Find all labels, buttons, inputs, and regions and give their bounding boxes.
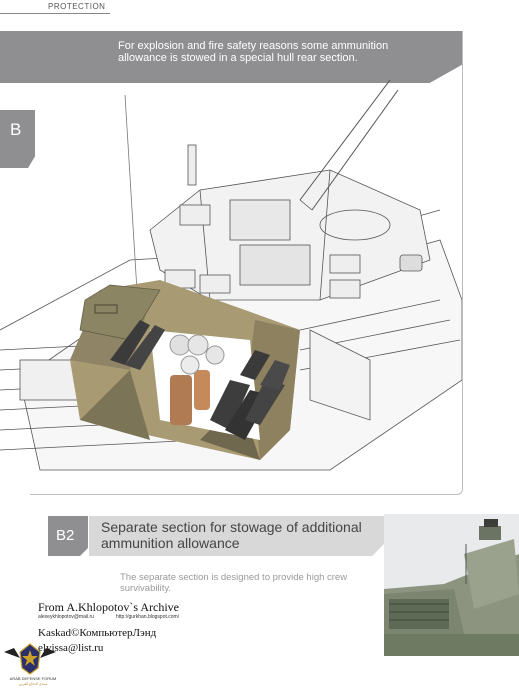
forum-logo-tagline: منتدى الدفاع العربي	[18, 682, 48, 686]
subsection-code-box: B2	[48, 516, 88, 556]
credit-archive-email: alexeykhlopotov@mail.ru	[38, 614, 94, 620]
page-section-label: PROTECTION	[48, 2, 106, 11]
subsection-code: B2	[56, 527, 75, 544]
forum-logo-icon	[4, 643, 56, 675]
subsection-body: The separate section is designed to prov…	[120, 572, 348, 594]
header-rule	[0, 13, 110, 14]
subsection-title: Separate section for stowage of addition…	[101, 519, 362, 551]
callout-text: For explosion and fire safety reasons so…	[118, 40, 389, 64]
inset-photo	[384, 514, 519, 656]
credit-archive-url[interactable]: http://gurkhan.blogspot.com/	[116, 614, 179, 620]
inset-tank-illustration	[384, 514, 519, 656]
forum-logo-name: ARAB DEFENSE FORUM	[9, 676, 57, 681]
tank-illustration	[0, 80, 462, 471]
credit-archive: From A.Khlopotov`s Archive	[38, 600, 179, 614]
